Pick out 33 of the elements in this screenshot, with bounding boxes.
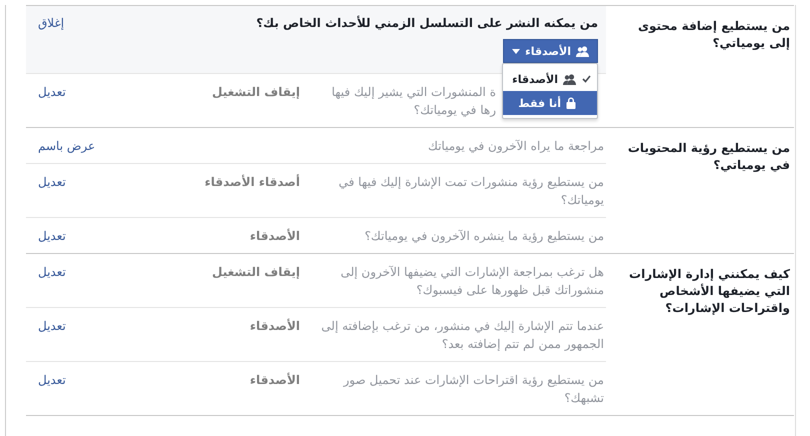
setting-value: إيقاف التشغيل bbox=[212, 85, 300, 99]
setting-question: ة المنشورات التي يشير إليك فيها bbox=[332, 84, 496, 101]
setting-question: من يستطيع رؤية ما ينشره الآخرون في يومياتك؟ bbox=[364, 229, 604, 243]
setting-value: الأصدقاء bbox=[250, 373, 300, 387]
setting-value: الأصدقاء bbox=[250, 229, 300, 243]
lock-icon bbox=[566, 97, 576, 109]
edit-link[interactable]: عرض باسم bbox=[38, 139, 96, 153]
setting-value: الأصدقاء bbox=[250, 319, 300, 333]
section-heading: من يستطيع رؤية المحتويات في يومياتي؟ bbox=[626, 140, 791, 174]
setting-question: مراجعة ما يراه الآخرون في يومياتك bbox=[428, 139, 604, 153]
section-heading: كيف يمكنني إدارة الإشارات التي يضيفها الأشخاص واقتراحات الإشارات؟ bbox=[628, 266, 791, 317]
audience-dropdown-button[interactable]: الأصدقاء bbox=[503, 39, 598, 63]
section-heading: من يستطيع إضافة محتوى إلى يومياتي؟ bbox=[636, 18, 791, 52]
setting-value: إيقاف التشغيل bbox=[212, 265, 300, 279]
menu-item[interactable]: الأصدقاء bbox=[503, 67, 597, 91]
setting-question: رها في يومياتك؟ bbox=[414, 102, 496, 119]
setting-question: من يستطيع رؤية اقتراحات الإشارات عند تحميل صور تشبهك؟ bbox=[344, 373, 604, 405]
edit-link[interactable]: تعديل bbox=[38, 319, 66, 333]
setting-question: من يستطيع رؤية منشورات تمت الإشارة إليك فيها في يومياتك؟ bbox=[338, 175, 604, 207]
setting-question: عندما تتم الإشارة إليك في منشور، من ترغب بإضافته إلى الجمهور ممن لم تتم إضافته بعد؟ bbox=[321, 319, 604, 351]
edit-link[interactable]: تعديل bbox=[38, 265, 66, 279]
edit-link[interactable]: تعديل bbox=[38, 175, 66, 189]
edit-link[interactable]: تعديل bbox=[38, 229, 66, 243]
menu-item[interactable]: أنا فقط bbox=[503, 91, 597, 115]
people-icon bbox=[563, 74, 576, 84]
setting-value: أصدقاء الأصدقاء bbox=[204, 175, 300, 189]
edit-link[interactable]: تعديل bbox=[38, 373, 66, 387]
setting-question: هل ترغب بمراجعة الإشارات التي يضيفها الآخرون إلى منشوراتك قبل ظهورها على فيسبوك؟ bbox=[340, 265, 604, 297]
editor-question: من يمكنه النشر على التسلسل الزمني للأحداث الخاص بك؟ bbox=[256, 16, 598, 30]
people-icon bbox=[576, 46, 589, 56]
caret-icon bbox=[512, 48, 520, 54]
close-link[interactable]: إغلاق bbox=[38, 16, 64, 30]
edit-link[interactable]: تعديل bbox=[38, 85, 66, 99]
